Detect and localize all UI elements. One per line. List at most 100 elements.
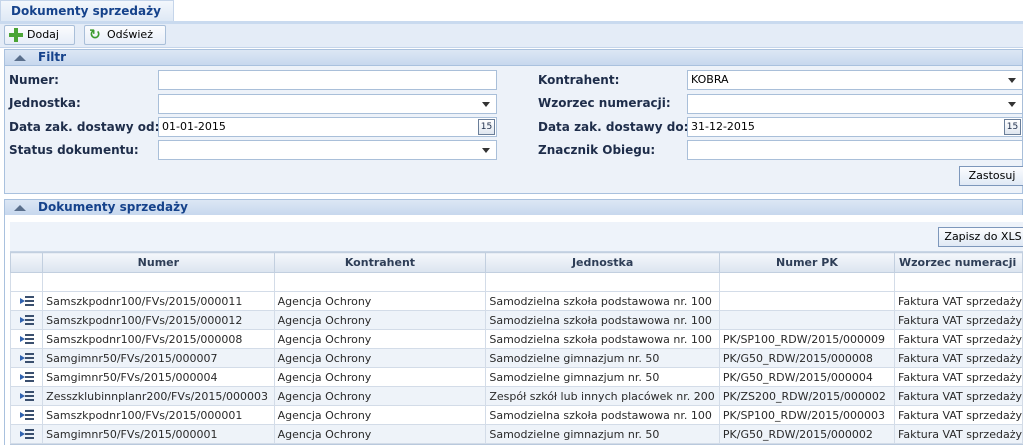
cell-numer: Samszkpodnr100/FVs/2015/000001: [42, 405, 275, 425]
cell-wzorzec: Faktura VAT sprzedaży: [894, 386, 1023, 406]
cell-numer-pk: PK/ZS200_RDW/2015/000002: [718, 386, 896, 406]
kontrahent-value: KOBRA: [691, 73, 729, 86]
cell-numer-pk: PK/G50_RDW/2015/000002: [718, 424, 896, 444]
cell-numer: Samgimnr50/FVs/2015/000007: [42, 348, 275, 368]
cell-numer: Samgimnr50/FVs/2015/000004: [42, 367, 275, 387]
data-od-value: 01-01-2015: [162, 120, 226, 133]
column-header-numer-pk[interactable]: Numer PK: [718, 252, 896, 273]
cell-kontrahent: Agencja Ochrony: [273, 329, 487, 349]
column-header-numer[interactable]: Numer: [42, 252, 275, 273]
kontrahent-select[interactable]: KOBRA: [687, 70, 1023, 90]
row-action-cell[interactable]: [9, 386, 44, 406]
cell-kontrahent: Agencja Ochrony: [273, 348, 487, 368]
cell-wzorzec: Faktura VAT sprzedaży: [894, 424, 1023, 444]
chevron-down-icon[interactable]: [482, 148, 490, 153]
filter-panel-header[interactable]: Filtr: [4, 49, 1023, 66]
cell-kontrahent: Agencja Ochrony: [273, 310, 487, 330]
refresh-icon: ↻: [89, 27, 101, 43]
cell-numer-pk: PK/SP100_RDW/2015/000009: [718, 329, 896, 349]
data-od-date-field[interactable]: 01-01-2015 15: [158, 117, 497, 137]
row-action-cell[interactable]: [9, 310, 44, 330]
cell-jednostka: Samodzielne gimnazjum nr. 50: [485, 424, 720, 444]
cell-wzorzec: Faktura VAT sprzedaży: [894, 329, 1023, 349]
grid-panel-header[interactable]: Dokumenty sprzedaży: [4, 199, 1023, 216]
table-header-row: Numer Kontrahent Jednostka Numer PK Wzor…: [9, 252, 1023, 273]
column-header-wzorzec[interactable]: Wzorzec numeracji: [894, 252, 1023, 273]
data-do-date-field[interactable]: 31-12-2015 15: [687, 117, 1023, 137]
filter-cell-numer[interactable]: [42, 272, 275, 292]
filter-panel-title: Filtr: [38, 50, 67, 64]
chevron-down-icon[interactable]: [1008, 102, 1016, 107]
cell-numer-pk: [718, 310, 896, 330]
table-row[interactable]: Samgimnr50/FVs/2015/000007 Agencja Ochron…: [9, 348, 1023, 368]
cell-jednostka: Samodzielne gimnazjum nr. 50: [485, 348, 720, 368]
filter-cell: [9, 272, 44, 292]
open-document-icon[interactable]: [19, 352, 34, 364]
open-document-icon[interactable]: [19, 371, 34, 383]
open-document-icon[interactable]: [19, 390, 34, 402]
open-document-icon[interactable]: [19, 295, 34, 307]
cell-numer: Samgimnr50/FVs/2015/000001: [42, 424, 275, 444]
cell-jednostka: Samodzielna szkoła podstawowa nr. 100: [485, 329, 720, 349]
wzorzec-select[interactable]: [687, 94, 1023, 114]
chevron-down-icon[interactable]: [1008, 78, 1016, 83]
column-header-jednostka[interactable]: Jednostka: [485, 252, 720, 273]
table-row[interactable]: Samszkpodnr100/FVs/2015/000012 Agencja Oc…: [9, 310, 1023, 330]
calendar-icon[interactable]: 15: [478, 119, 495, 135]
column-header-kontrahent[interactable]: Kontrahent: [273, 252, 487, 273]
cell-numer: Samszkpodnr100/FVs/2015/000011: [42, 291, 275, 311]
status-label: Status dokumentu:: [9, 143, 139, 157]
table-row[interactable]: Samgimnr50/FVs/2015/000001 Agencja Ochron…: [9, 424, 1023, 444]
cell-kontrahent: Agencja Ochrony: [273, 367, 487, 387]
cell-jednostka: Samodzielne gimnazjum nr. 50: [485, 367, 720, 387]
refresh-button[interactable]: ↻ Odśwież: [84, 25, 166, 45]
filter-cell-wzorzec[interactable]: [894, 272, 1023, 292]
calendar-icon[interactable]: 15: [1004, 119, 1021, 135]
apply-filter-button[interactable]: Zastosuj: [959, 166, 1023, 186]
collapse-caret-icon[interactable]: [14, 55, 26, 61]
refresh-button-label: Odśwież: [107, 28, 153, 41]
export-xls-button[interactable]: Zapisz do XLS: [938, 227, 1023, 247]
row-action-cell[interactable]: [9, 367, 44, 387]
table-row[interactable]: Samszkpodnr100/FVs/2015/000011 Agencja Oc…: [9, 291, 1023, 311]
numer-label: Numer:: [9, 73, 59, 87]
row-action-cell[interactable]: [9, 405, 44, 425]
cell-wzorzec: Faktura VAT sprzedaży: [894, 405, 1023, 425]
table-row[interactable]: Zesszklubinnplanr200/FVs/2015/000003 Agen…: [9, 386, 1023, 406]
cell-jednostka: Zespół szkół lub innych placówek nr. 200: [485, 386, 720, 406]
open-document-icon[interactable]: [19, 428, 34, 440]
data-do-label: Data zak. dostawy do:: [538, 120, 689, 134]
cell-jednostka: Samodzielna szkoła podstawowa nr. 100: [485, 310, 720, 330]
tab-dokumenty-sprzedazy[interactable]: Dokumenty sprzedaży: [0, 0, 174, 22]
cell-kontrahent: Agencja Ochrony: [273, 291, 487, 311]
collapse-caret-icon[interactable]: [14, 205, 26, 211]
cell-kontrahent: Agencja Ochrony: [273, 405, 487, 425]
row-action-cell[interactable]: [9, 424, 44, 444]
table-row[interactable]: Samszkpodnr100/FVs/2015/000001 Agencja Oc…: [9, 405, 1023, 425]
filter-cell-numer-pk[interactable]: [718, 272, 896, 292]
open-document-icon[interactable]: [19, 409, 34, 421]
filter-cell-kontrahent[interactable]: [273, 272, 487, 292]
status-select[interactable]: [158, 140, 497, 160]
row-action-cell[interactable]: [9, 348, 44, 368]
cell-wzorzec: Faktura VAT sprzedaży: [894, 291, 1023, 311]
add-button[interactable]: Dodaj: [4, 25, 75, 45]
table-row[interactable]: Samgimnr50/FVs/2015/000004 Agencja Ochron…: [9, 367, 1023, 387]
filter-cell-jednostka[interactable]: [485, 272, 720, 292]
plus-icon: [9, 28, 23, 42]
open-document-icon[interactable]: [19, 314, 34, 326]
jednostka-select[interactable]: [158, 94, 497, 114]
row-action-cell[interactable]: [9, 329, 44, 349]
chevron-down-icon[interactable]: [482, 102, 490, 107]
jednostka-label: Jednostka:: [9, 96, 81, 110]
znacznik-input[interactable]: [687, 140, 1023, 160]
tab-strip: Dokumenty sprzedaży: [0, 0, 1023, 22]
open-document-icon[interactable]: [19, 333, 34, 345]
cell-numer: Zesszklubinnplanr200/FVs/2015/000003: [42, 386, 275, 406]
numer-input[interactable]: [158, 70, 497, 90]
row-action-cell[interactable]: [9, 291, 44, 311]
cell-numer: Samszkpodnr100/FVs/2015/000012: [42, 310, 275, 330]
cell-numer-pk: PK/G50_RDW/2015/000008: [718, 348, 896, 368]
grid-toolbar: Zapisz do XLS: [10, 222, 1023, 252]
table-row[interactable]: Samszkpodnr100/FVs/2015/000008 Agencja Oc…: [9, 329, 1023, 349]
